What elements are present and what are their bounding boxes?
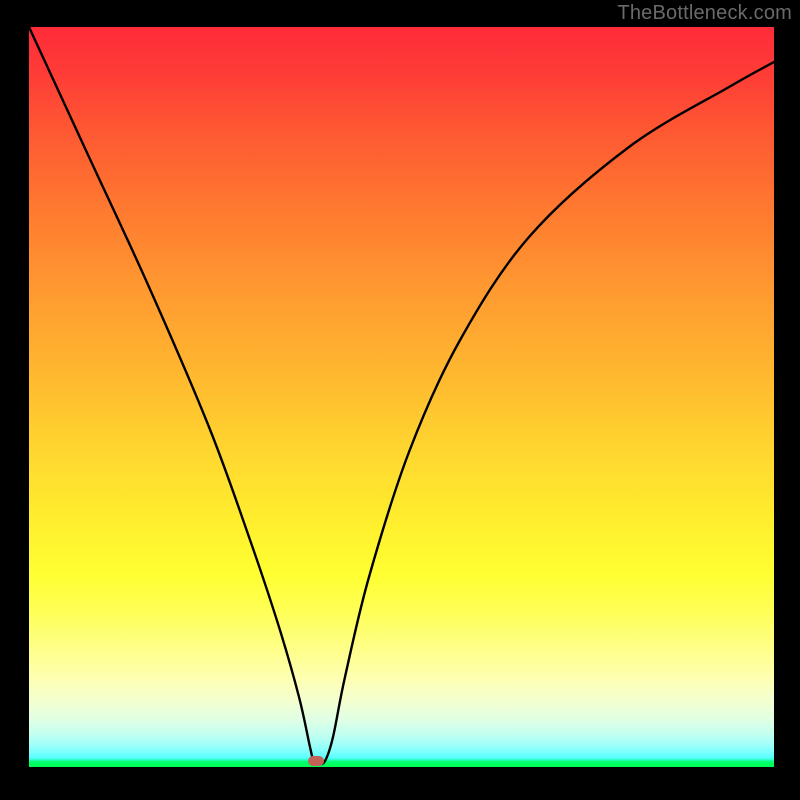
bottleneck-curve <box>29 27 774 767</box>
chart-plot-area <box>29 27 774 767</box>
optimum-marker <box>308 756 324 766</box>
watermark-text: TheBottleneck.com <box>617 2 792 25</box>
